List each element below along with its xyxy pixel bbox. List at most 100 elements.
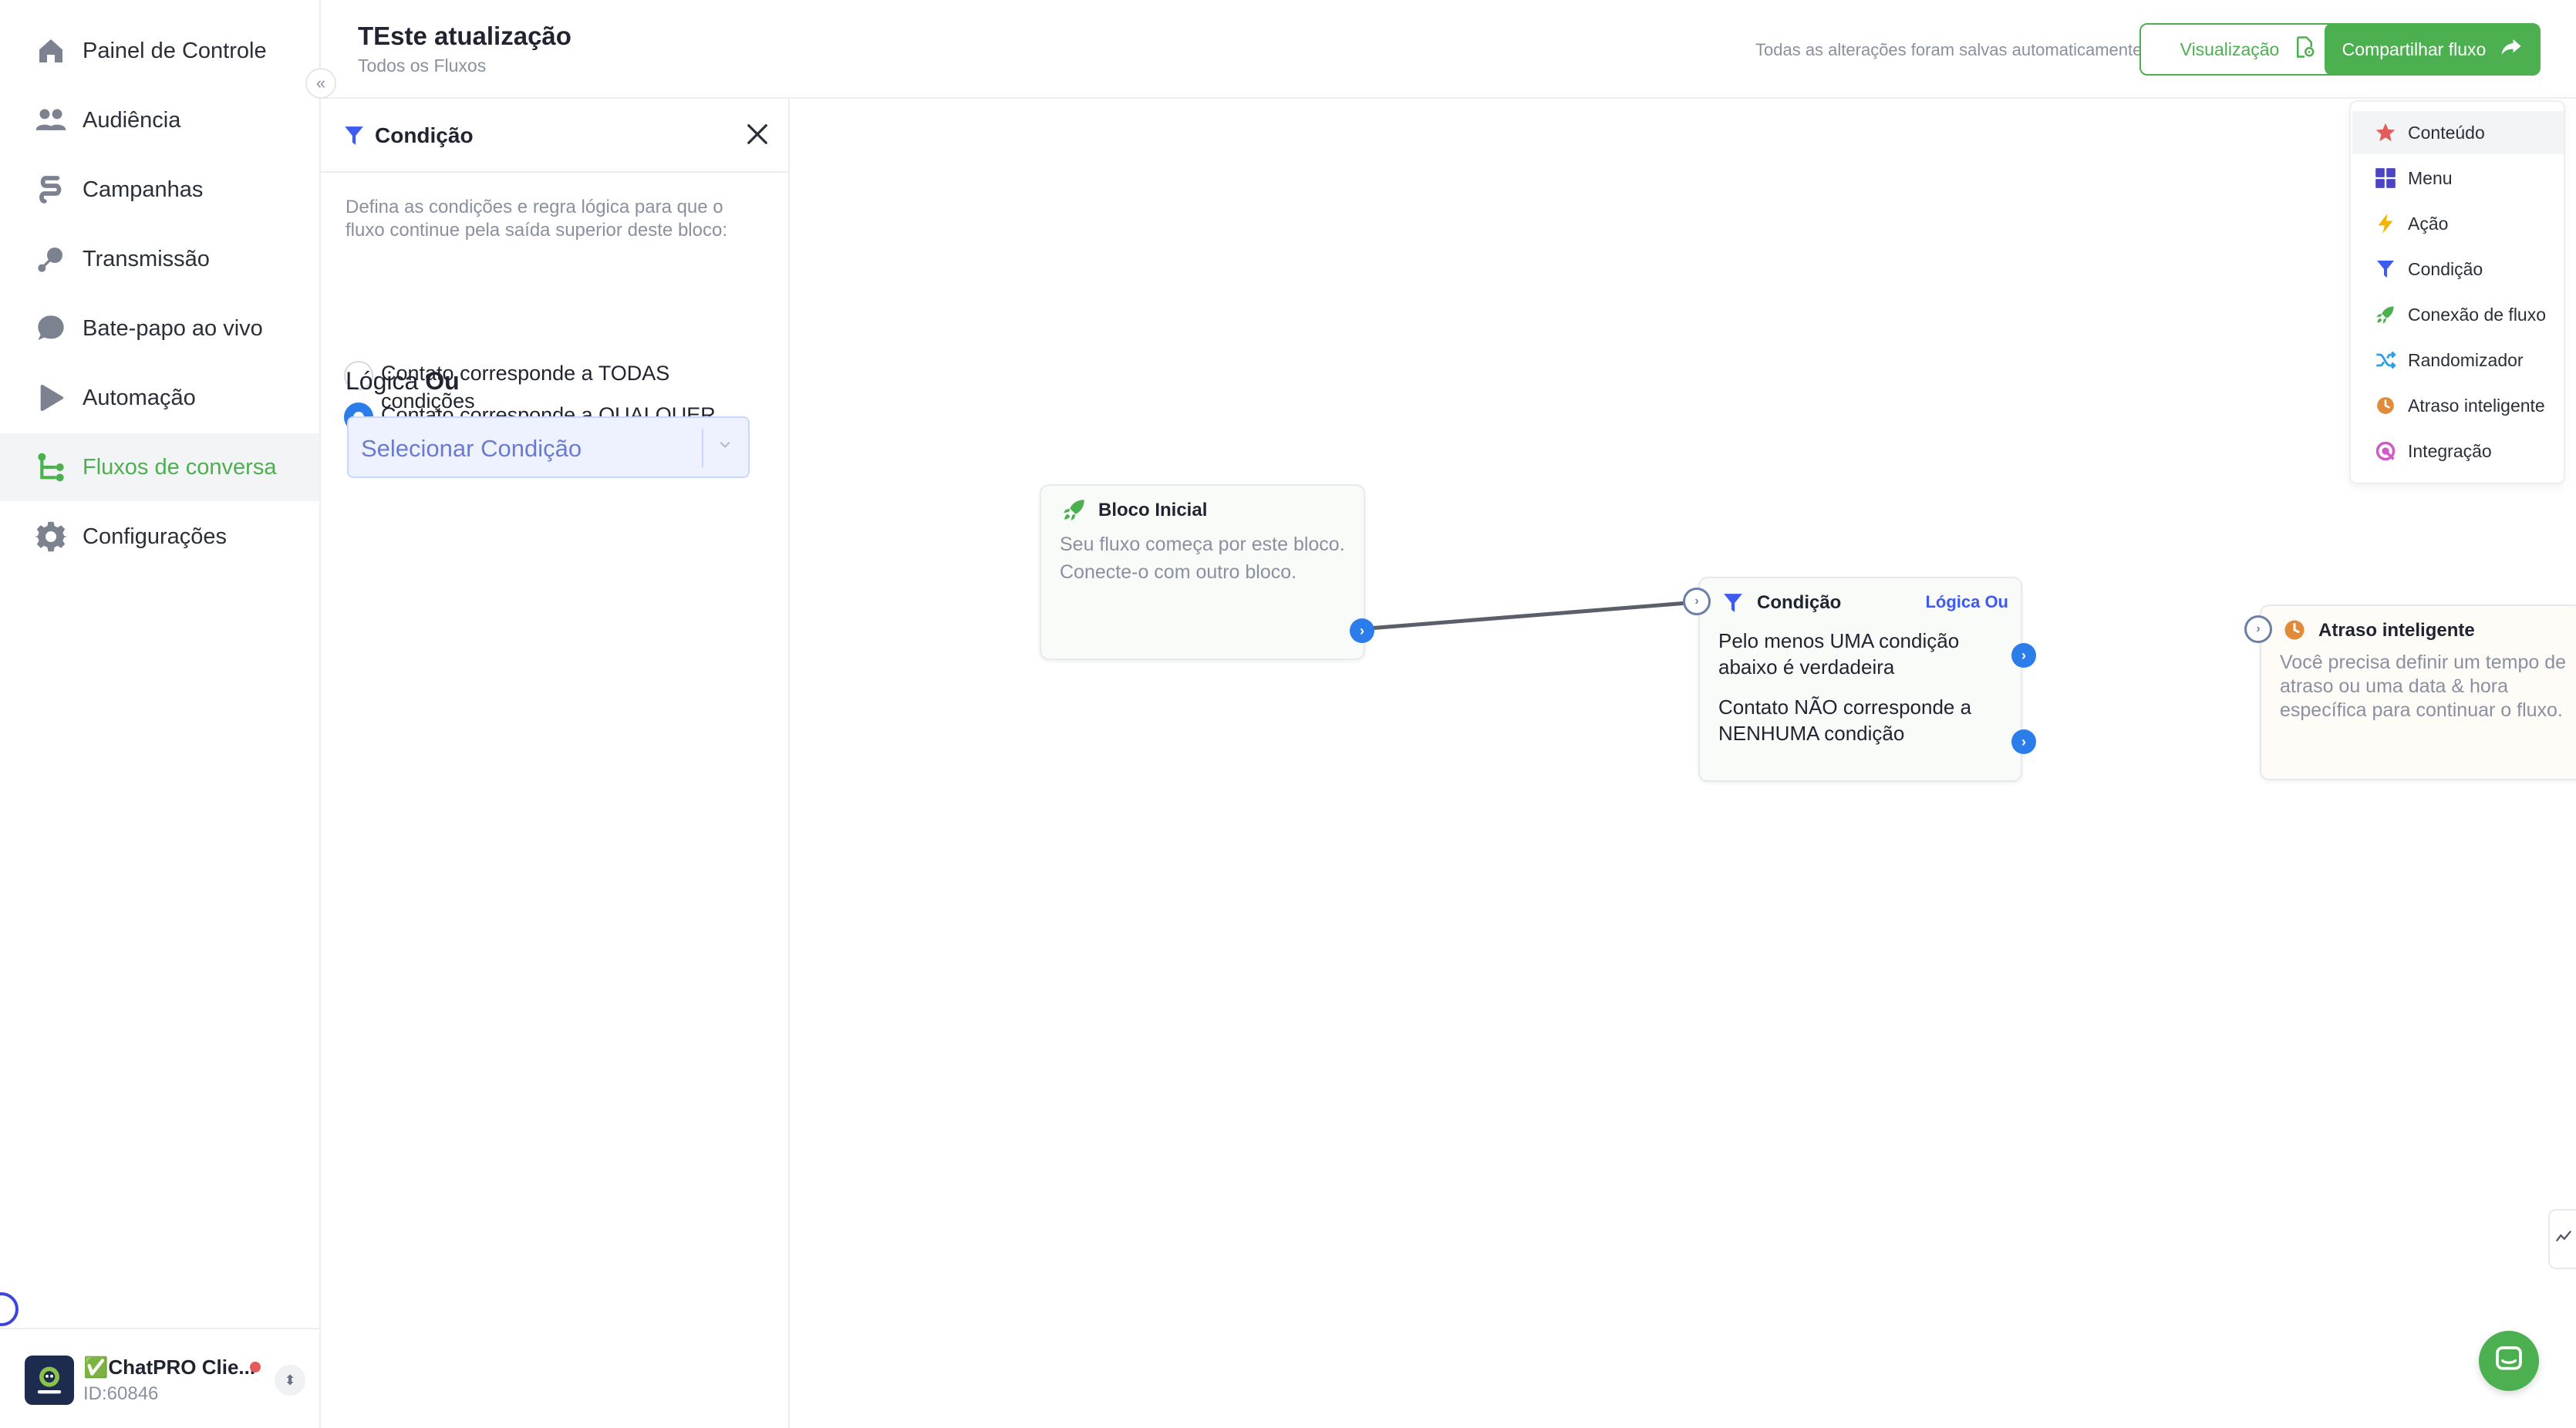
- start-block[interactable]: Bloco Inicial Seu fluxo começa por este …: [1040, 484, 1374, 660]
- sidebar-item-audience[interactable]: Audiência: [0, 86, 319, 154]
- page-title: TEste atualização: [358, 22, 572, 50]
- start-block-title: Bloco Inicial: [1098, 500, 1208, 520]
- condition-false-text: Contato NÃO corresponde a NENHUMA condiç…: [1718, 695, 1972, 745]
- condition-panel: Condição Defina as condições e regra lóg…: [321, 99, 790, 1428]
- share-button-label: Compartilhar fluxo: [2342, 39, 2487, 59]
- collapse-sidebar-button[interactable]: «: [305, 68, 336, 99]
- flow-icon: [34, 450, 68, 484]
- menu-item-flow-connection[interactable]: Conexão de fluxo: [2352, 293, 2564, 336]
- menu-item-action[interactable]: Ação: [2352, 202, 2564, 245]
- condition-panel-title: Condição: [375, 123, 474, 147]
- preview-icon: [2293, 35, 2316, 63]
- sidebar-item-label: Bate-papo ao vivo: [83, 315, 263, 341]
- users-icon: [34, 103, 68, 137]
- lightning-icon: [2374, 212, 2397, 235]
- help-ring-icon[interactable]: [0, 1292, 19, 1326]
- menu-item-label: Ação: [2408, 213, 2449, 234]
- status-dot: [250, 1362, 261, 1372]
- account-name: ✅ChatPRO Clie...: [83, 1356, 256, 1379]
- sidebar-item-label: Audiência: [83, 107, 181, 133]
- filter-icon: [344, 125, 364, 150]
- sidebar-item-campaigns[interactable]: Campanhas: [0, 156, 319, 224]
- preview-button-label: Visualização: [2180, 39, 2280, 59]
- delay-block-text: Você precisa definir um tempo de atraso …: [2280, 652, 2567, 721]
- logic-indicator: Lógica Ou: [346, 367, 460, 396]
- sidebar-item-live-chat[interactable]: Bate-papo ao vivo: [0, 295, 319, 362]
- block-type-menu: Conteúdo Menu Ação Condição Conexão de f…: [2349, 100, 2565, 484]
- filter-icon: [2374, 258, 2397, 281]
- play-icon: [34, 381, 68, 415]
- logic-badge: Lógica Ou: [1925, 592, 2008, 611]
- condition-true-text: Pelo menos UMA condição abaixo é verdade…: [1718, 629, 1960, 679]
- chat-support-button[interactable]: [2479, 1331, 2539, 1391]
- account-id: ID:60846: [83, 1383, 159, 1404]
- condition-block-input-port[interactable]: ›: [1683, 588, 1711, 615]
- sidebar-item-label: Transmissão: [83, 246, 210, 271]
- shuffle-icon: [2374, 349, 2397, 372]
- start-block-output-port[interactable]: ›: [1350, 618, 1374, 643]
- dropdown-separator: [702, 429, 703, 467]
- logic-prefix: Lógica: [346, 367, 419, 395]
- analytics-icon: [2555, 1228, 2572, 1250]
- clock-icon: [2374, 394, 2397, 417]
- broadcast-icon: [34, 242, 68, 276]
- autosave-status: Todas as alterações foram salvas automat…: [1755, 40, 2143, 59]
- menu-item-integration[interactable]: Integração: [2352, 429, 2564, 473]
- connection-line[interactable]: [1367, 601, 1688, 631]
- condition-false-port[interactable]: ›: [2011, 729, 2036, 754]
- sidebar-item-dashboard[interactable]: Painel de Controle: [0, 17, 319, 85]
- smart-delay-block[interactable]: › Atraso inteligente Você precisa defini…: [2244, 605, 2576, 780]
- clock-icon: [2283, 618, 2306, 645]
- condition-true-port[interactable]: ›: [2011, 643, 2036, 668]
- rocket-icon: [1061, 497, 1087, 527]
- home-icon: [34, 34, 68, 68]
- flow-canvas[interactable]: Bloco Inicial Seu fluxo começa por este …: [791, 100, 2576, 1428]
- sidebar-item-label: Painel de Controle: [83, 38, 267, 63]
- menu-item-label: Condição: [2408, 258, 2483, 279]
- sidebar-item-settings[interactable]: Configurações: [0, 503, 319, 571]
- rocket-icon: [2374, 303, 2397, 326]
- sidebar: Painel de Controle Audiência Campanhas T…: [0, 0, 321, 1428]
- account-switch-icon[interactable]: ⬍: [275, 1365, 305, 1396]
- condition-block-title: Condição: [1757, 592, 1842, 613]
- share-flow-button[interactable]: Compartilhar fluxo: [2325, 23, 2541, 76]
- menu-item-label: Integração: [2408, 440, 2492, 461]
- sidebar-item-conversation-flows[interactable]: Fluxos de conversa: [0, 433, 319, 501]
- sidebar-item-label: Automação: [83, 385, 196, 410]
- condition-description: Defina as condições e regra lógica para …: [346, 197, 727, 241]
- sidebar-item-label: Campanhas: [83, 177, 204, 202]
- app-root: Painel de Controle Audiência Campanhas T…: [0, 0, 2576, 1428]
- close-icon[interactable]: [743, 120, 771, 148]
- star-icon: [2374, 121, 2397, 144]
- sidebar-item-label: Fluxos de conversa: [83, 454, 277, 480]
- filter-icon: [1723, 592, 1743, 618]
- condition-panel-header: Condição: [321, 99, 788, 173]
- select-condition-placeholder: Selecionar Condição: [361, 435, 582, 462]
- logic-value: Ou: [425, 367, 460, 395]
- menu-item-label: Conexão de fluxo: [2408, 304, 2547, 325]
- menu-item-randomizer[interactable]: Randomizador: [2352, 338, 2564, 382]
- condition-block[interactable]: › Condição Lógica Ou Pelo menos UMA cond…: [1683, 577, 2036, 782]
- sidebar-item-automation[interactable]: Automação: [0, 364, 319, 432]
- select-condition-dropdown[interactable]: Selecionar Condição: [347, 416, 750, 478]
- gear-icon: [34, 520, 68, 554]
- menu-item-label: Conteúdo: [2408, 122, 2485, 143]
- menu-item-content[interactable]: Conteúdo: [2352, 111, 2564, 154]
- sidebar-item-broadcast[interactable]: Transmissão: [0, 225, 319, 293]
- sidebar-item-label: Configurações: [83, 524, 227, 549]
- menu-item-smart-delay[interactable]: Atraso inteligente: [2352, 384, 2564, 427]
- grid-icon: [2374, 167, 2397, 190]
- chat-bubble-icon: [2493, 1344, 2524, 1379]
- side-panel-toggle[interactable]: [2548, 1209, 2576, 1269]
- account-switcher[interactable]: ✅ChatPRO Clie... ID:60846 ⬍: [0, 1328, 319, 1428]
- breadcrumb[interactable]: Todos os Fluxos: [358, 56, 486, 76]
- share-icon: [2500, 35, 2523, 63]
- menu-item-menu[interactable]: Menu: [2352, 157, 2564, 200]
- chevron-down-icon[interactable]: [717, 436, 733, 458]
- delay-block-title: Atraso inteligente: [2318, 620, 2475, 641]
- delay-block-input-port[interactable]: ›: [2244, 615, 2272, 643]
- integration-icon: [2374, 440, 2397, 463]
- menu-item-condition[interactable]: Condição: [2352, 248, 2564, 291]
- menu-item-label: Randomizador: [2408, 349, 2524, 370]
- chat-bubble-icon: [34, 312, 68, 345]
